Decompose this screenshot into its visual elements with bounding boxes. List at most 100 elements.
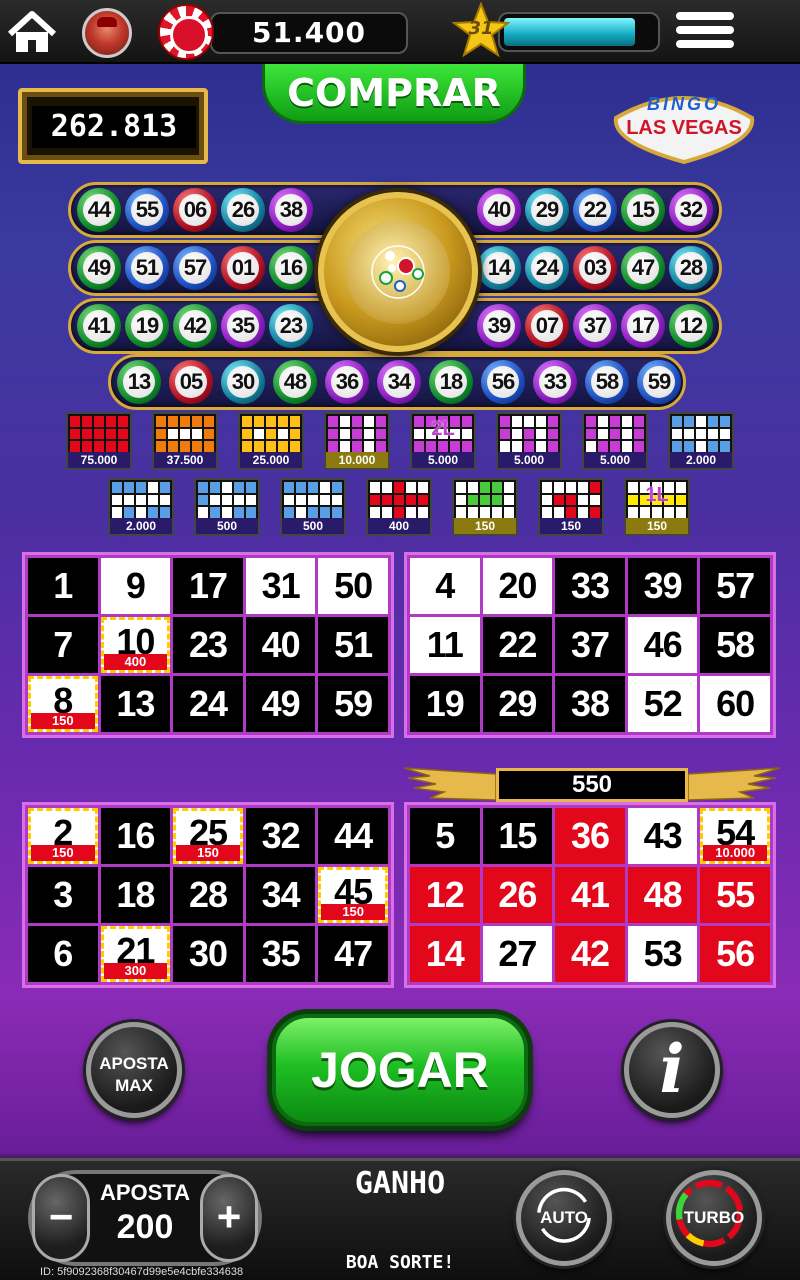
drawn-ball: 51 [125, 246, 169, 290]
card-cell: 37 [555, 617, 625, 673]
pattern-8: 2.000 [668, 412, 734, 470]
card-win-banner: 550 [400, 766, 784, 806]
bet-increase-button[interactable]: + [200, 1174, 258, 1262]
turbo-label: TURBO [683, 1208, 745, 1227]
pattern-prize: 5.000 [412, 452, 474, 468]
bet-label: APOSTA [99, 1180, 191, 1205]
cell-prize: 150 [176, 845, 240, 861]
drawn-ball: 44 [77, 188, 121, 232]
session-id: ID: 5f9092368f30467d99e5e4cbfe334638 [40, 1266, 244, 1278]
jackpot-value: 262.813 [32, 106, 196, 148]
drawn-ball: 07 [525, 304, 569, 348]
drawn-ball: 29 [525, 188, 569, 232]
win-label: GANHO [354, 1166, 446, 1201]
level-number: 31 [468, 18, 494, 39]
card-cell: 16 [100, 808, 171, 864]
play-button[interactable]: JOGAR [272, 1014, 528, 1126]
drawn-ball: 28 [669, 246, 713, 290]
level-star-icon: 31 [451, 1, 511, 60]
info-button[interactable]: i [624, 1022, 720, 1118]
drawn-ball: 35 [221, 304, 265, 348]
card-cell: 48 [627, 867, 698, 923]
drawn-ball: 30 [221, 360, 265, 404]
card-cell: 8 150 [28, 676, 98, 732]
bingo-card-4[interactable]: 5 15 36 43 54 10.000 12 26 41 48 55 14 27 42 53 56 [404, 802, 776, 988]
card-cell: 60 [700, 676, 770, 732]
drawn-ball: 15 [621, 188, 665, 232]
pattern-prize: 400 [368, 518, 430, 534]
cell-prize: 150 [31, 845, 95, 861]
chip-icon[interactable] [158, 4, 214, 60]
card-cell: 25 150 [173, 808, 243, 864]
max-bet-button[interactable]: APOSTA MAX [86, 1022, 182, 1118]
turbo-button[interactable]: TURBO [666, 1170, 762, 1266]
pattern-14: 150 [538, 478, 604, 536]
pattern-tag: 1L [645, 484, 669, 506]
card-cell: 34 [245, 867, 316, 923]
svg-text:LAS VEGAS: LAS VEGAS [626, 117, 742, 139]
drawn-ball: 33 [533, 360, 577, 404]
xp-progress-bar [498, 12, 660, 52]
drawn-ball: 06 [173, 188, 217, 232]
drawn-ball: 12 [669, 304, 713, 348]
card-cell: 54 10.000 [700, 808, 770, 864]
card-cell: 35 [245, 926, 316, 982]
pattern-prize: 5.000 [498, 452, 560, 468]
bingo-card-2[interactable]: 4 20 33 39 57 11 22 37 46 58 19 29 38 52 60 [404, 552, 776, 738]
card-cell: 11 [410, 617, 480, 673]
bet-decrease-button[interactable]: − [32, 1174, 90, 1262]
card-cell: 42 [555, 926, 625, 982]
cell-prize: 400 [103, 654, 168, 670]
card-cell: 47 [318, 926, 388, 982]
card-cell: 58 [700, 617, 770, 673]
drawn-ball: 05 [169, 360, 213, 404]
card-cell: 7 [28, 617, 98, 673]
info-icon: i [659, 1030, 685, 1108]
avatar[interactable] [82, 8, 132, 58]
drawn-ball: 37 [573, 304, 617, 348]
card-cell: 26 [482, 867, 553, 923]
bingo-card-3[interactable]: 2 150 16 25 150 32 44 3 18 28 34 45 150 6 21 300 30 35 47 [22, 802, 394, 988]
card-cell: 33 [555, 558, 625, 614]
card-cell: 55 [700, 867, 770, 923]
good-luck-text: BOA SORTE! [345, 1252, 455, 1273]
pattern-11: 500 [280, 478, 346, 536]
pattern-prize: 5.000 [584, 452, 646, 468]
card-cell: 46 [627, 617, 698, 673]
pattern-prize: 150 [454, 518, 516, 534]
drawn-ball: 24 [525, 246, 569, 290]
card-cell: 27 [482, 926, 553, 982]
menu-icon[interactable] [676, 12, 734, 54]
auto-button[interactable]: AUTO [516, 1170, 612, 1266]
pattern-7: 5.000 [582, 412, 648, 470]
card-cell: 40 [245, 617, 316, 673]
card-cell: 31 [245, 558, 316, 614]
drawn-ball: 47 [621, 246, 665, 290]
card-cell: 30 [173, 926, 243, 982]
card-cell: 24 [173, 676, 243, 732]
pattern-15: 1L 150 [624, 478, 690, 536]
cell-prize: 300 [103, 963, 168, 979]
card-cell: 36 [555, 808, 625, 864]
ball-row-4: 13 05 30 48 36 34 18 56 33 58 59 [108, 354, 686, 410]
card-cell: 28 [173, 867, 243, 923]
drawn-ball: 58 [585, 360, 629, 404]
pattern-9: 2.000 [108, 478, 174, 536]
pattern-10: 500 [194, 478, 260, 536]
home-icon[interactable] [6, 10, 58, 56]
pattern-prize: 500 [282, 518, 344, 534]
buy-button[interactable]: COMPRAR [262, 64, 526, 124]
card-cell: 5 [410, 808, 480, 864]
drawn-ball: 14 [477, 246, 521, 290]
card-cell: 41 [555, 867, 625, 923]
drawn-ball: 56 [481, 360, 525, 404]
bet-value: 200 [116, 1208, 174, 1246]
cell-prize: 150 [31, 713, 95, 729]
card-cell: 19 [410, 676, 480, 732]
drawn-ball: 13 [117, 360, 161, 404]
pattern-prize: 150 [540, 518, 602, 534]
svg-text:BINGO: BINGO [647, 94, 721, 114]
pattern-tag: 2L [431, 418, 455, 440]
bingo-card-1[interactable]: 1 9 17 31 50 7 10 400 23 40 51 8 150 13 24 49 59 [22, 552, 394, 738]
bingo-las-vegas-logo: BINGO LAS VEGAS [613, 94, 755, 165]
